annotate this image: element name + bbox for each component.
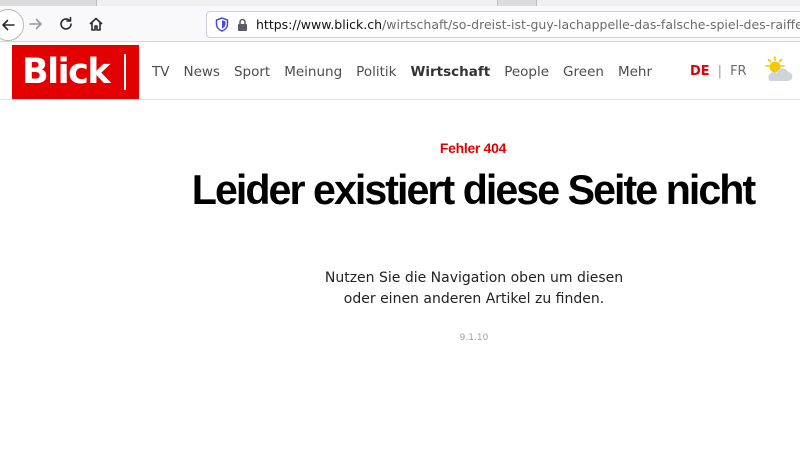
blick-logo[interactable]: Blick — [12, 45, 139, 99]
url-text: https://www.blick.ch/wirtschaft/so-dreis… — [256, 17, 800, 32]
nav-item-tv[interactable]: TV — [152, 64, 169, 80]
lang-fr-link[interactable]: FR — [730, 64, 747, 79]
shield-icon[interactable] — [215, 17, 229, 33]
main-navigation: TV News Sport Meinung Politik Wirtschaft Peopl… — [152, 64, 666, 80]
error-code: Fehler 404 — [439, 140, 507, 156]
lang-de-link[interactable]: DE — [690, 64, 710, 79]
nav-item-green[interactable]: Green — [563, 64, 604, 80]
nav-item-meinung[interactable]: Meinung — [284, 64, 342, 80]
url-host: https://www.blick.ch — [256, 17, 383, 32]
nav-item-sport[interactable]: Sport — [234, 64, 270, 80]
nav-item-mehr[interactable]: Mehr — [618, 64, 652, 80]
url-bar[interactable]: https://www.blick.ch/wirtschaft/so-dreis… — [206, 11, 800, 38]
lang-separator: | — [717, 64, 723, 79]
logo-text: Blick — [22, 51, 111, 92]
error-title: Leider existiert diese Seite nicht — [191, 166, 756, 213]
reload-icon — [60, 16, 72, 30]
arrow-left-icon — [2, 19, 15, 31]
lock-icon[interactable] — [237, 17, 248, 33]
reload-button[interactable] — [52, 10, 80, 38]
logo-divider — [124, 54, 126, 90]
forward-button[interactable] — [22, 10, 50, 38]
back-button[interactable] — [0, 9, 24, 41]
nav-item-people[interactable]: People — [504, 64, 549, 80]
arrow-right-icon — [29, 18, 42, 30]
url-path: /wirtschaft/so-dreist-ist-guy-lachappell… — [382, 17, 800, 32]
error-message-line: Nutzen Sie die Navigation oben um diesen — [324, 270, 624, 286]
site-header: Blick TV News Sport Meinung Politik Wirtschaf… — [0, 42, 800, 100]
version-number: 9.1.10 — [459, 333, 489, 343]
home-button[interactable] — [82, 10, 110, 38]
sun-cloud-icon[interactable] — [762, 56, 794, 84]
browser-toolbar: https://www.blick.ch/wirtschaft/so-dreis… — [0, 6, 800, 42]
nav-item-wirtschaft[interactable]: Wirtschaft — [410, 64, 490, 80]
error-message-line: oder einen anderen Artikel zu finden. — [343, 291, 605, 307]
nav-item-news[interactable]: News — [183, 64, 219, 80]
error-message: Nutzen Sie die Navigation oben um diesen… — [300, 268, 648, 310]
nav-item-politik[interactable]: Politik — [356, 64, 396, 80]
language-switcher: DE | FR — [690, 64, 747, 79]
home-icon — [89, 17, 103, 31]
